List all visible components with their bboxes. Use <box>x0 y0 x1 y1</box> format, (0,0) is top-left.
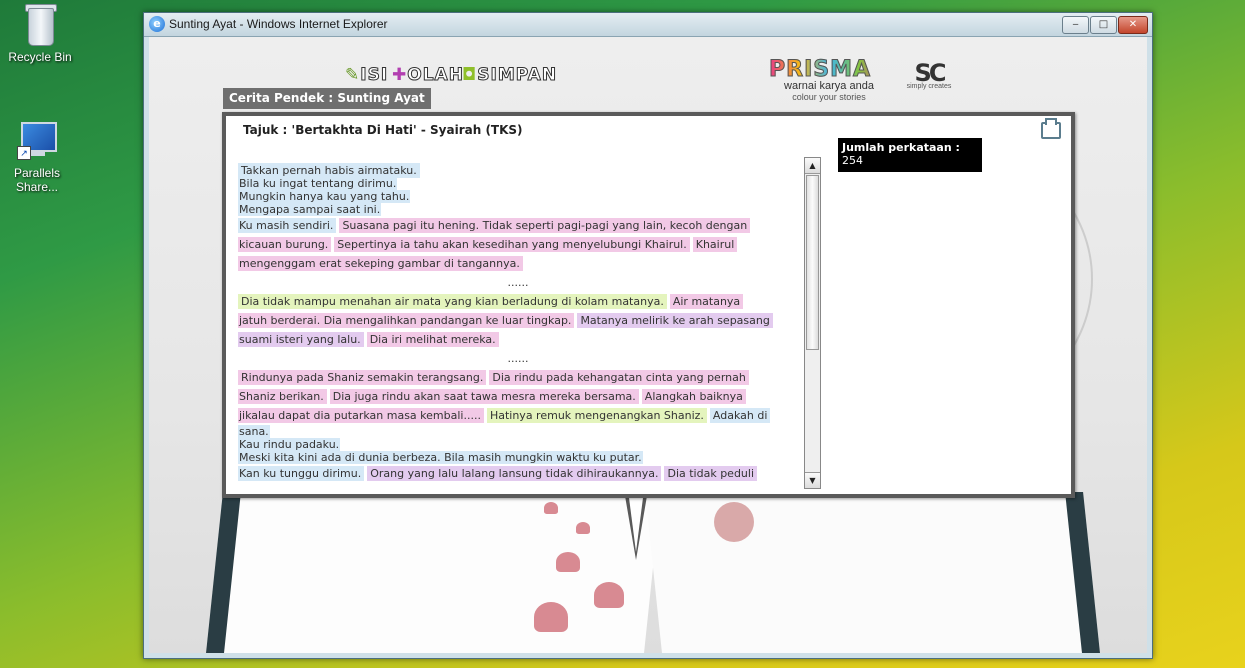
prisma-logo: PRISMA warnai karya anda colour your sto… <box>769 57 889 103</box>
sentence[interactable]: sana. <box>238 425 270 438</box>
simpan-menu[interactable]: ◘SIMPAN <box>462 65 557 86</box>
word-count-value: 254 <box>842 154 863 167</box>
sentence[interactable]: Takkan pernah habis airmataku. <box>238 163 420 178</box>
pencil-icon: ✎ <box>345 65 361 85</box>
recycle-bin-label: Recycle Bin <box>8 50 72 64</box>
simply-creates-logo: SC simply creates <box>899 59 959 90</box>
section-tab: Cerita Pendek : Sunting Ayat <box>223 88 431 109</box>
word-count-label: Jumlah perkataan : <box>842 141 960 154</box>
sentence[interactable]: Dia tidak mampu menahan air mata yang ki… <box>238 294 667 309</box>
close-button[interactable]: ✕ <box>1118 16 1148 34</box>
scroll-up-icon[interactable]: ▲ <box>805 158 820 174</box>
parallels-share-label: Parallels Share... <box>13 166 61 194</box>
sentence[interactable]: Alangkah baiknya <box>641 389 746 404</box>
title-bar[interactable]: e Sunting Ayat - Windows Internet Explor… <box>144 13 1152 37</box>
separator: ...... <box>507 276 529 289</box>
scroll-down-icon[interactable]: ▼ <box>805 472 820 488</box>
sentence[interactable]: Matanya melirik ke arah sepasang <box>577 313 773 328</box>
word-count-box: Jumlah perkataan : 254 <box>838 138 982 172</box>
vertical-scrollbar[interactable]: ▲ ▼ <box>804 157 821 489</box>
ie-window: e Sunting Ayat - Windows Internet Explor… <box>143 12 1153 659</box>
olah-menu[interactable]: ✚OLAH <box>392 65 464 86</box>
maximize-button[interactable]: □ <box>1090 16 1117 34</box>
sentence[interactable]: Mungkin hanya kau yang tahu. <box>238 190 411 203</box>
sentence[interactable]: Hatinya remuk mengenangkan Shaniz. <box>486 408 707 423</box>
sentence[interactable]: mengenggam erat sekeping gambar di tanga… <box>238 256 523 271</box>
save-icon: ◘ <box>462 65 478 85</box>
sentence[interactable]: Air matanya <box>669 294 744 309</box>
isi-menu[interactable]: ✎ISI <box>345 65 388 86</box>
sentence[interactable]: kicauan burung. <box>238 237 332 252</box>
prisma-tagline: warnai karya anda <box>784 80 874 92</box>
sentence[interactable]: Kau rindu padaku. <box>238 438 341 451</box>
recycle-bin-icon <box>18 2 62 46</box>
sentence[interactable]: Dia juga rindu akan saat tawa mesra mere… <box>329 389 639 404</box>
sentence[interactable]: Ku masih sendiri. <box>238 218 337 233</box>
sentence[interactable]: Adakah di <box>709 408 771 423</box>
sentence[interactable]: suami isteri yang lalu. <box>238 332 364 347</box>
simply-creates-text: simply creates <box>906 83 952 90</box>
parallels-share[interactable]: ↗ Parallels Share... <box>0 118 77 194</box>
minimize-button[interactable]: ‒ <box>1062 16 1089 34</box>
scroll-thumb[interactable] <box>806 175 819 350</box>
sentence[interactable]: jikalau dapat dia putarkan masa kembali.… <box>238 408 484 423</box>
print-icon[interactable] <box>1041 118 1061 139</box>
internet-explorer-icon: e <box>149 16 165 32</box>
separator: ...... <box>507 352 529 365</box>
sentence[interactable]: Meski kita kini ada di dunia berbeza. Bi… <box>238 451 643 464</box>
sentence[interactable]: Rindunya pada Shaniz semakin terangsang. <box>238 370 487 385</box>
page-content: ✎ISI ✚OLAH ◘SIMPAN PRISMA warnai karya a… <box>149 37 1147 653</box>
butterfly-icon <box>534 602 568 632</box>
butterfly-icon <box>544 502 558 514</box>
butterfly-icon <box>576 522 590 534</box>
sentence[interactable]: Shaniz berikan. <box>238 389 327 404</box>
sentence[interactable]: Dia rindu pada kehangatan cinta yang per… <box>489 370 749 385</box>
recycle-bin[interactable]: Recycle Bin <box>0 2 80 64</box>
puzzle-icon: ✚ <box>392 65 408 85</box>
story-text-area[interactable]: Takkan pernah habis airmataku. Bila ku i… <box>238 154 798 486</box>
parallels-share-icon: ↗ <box>15 118 59 162</box>
speech-tail-inner <box>628 490 644 552</box>
sentence[interactable]: Dia tidak peduli <box>664 466 758 481</box>
prisma-logo-text: PRISMA <box>769 57 889 83</box>
sentence[interactable]: Kan ku tunggu dirimu. <box>238 466 365 481</box>
window-title: Sunting Ayat - Windows Internet Explorer <box>169 17 388 31</box>
prisma-tagline-english: colour your stories <box>792 92 866 102</box>
sentence[interactable]: Suasana pagi itu hening. Tidak seperti p… <box>339 218 751 233</box>
sentence[interactable]: Orang yang lalu lalang lansung tidak dih… <box>367 466 662 481</box>
sentence[interactable]: Dia iri melihat mereka. <box>366 332 499 347</box>
story-heading: Tajuk : 'Bertakhta Di Hati' - Syairah (T… <box>243 123 523 137</box>
sentence[interactable]: Khairul <box>692 237 738 252</box>
butterfly-icon <box>594 582 624 608</box>
decorative-circle <box>714 502 754 542</box>
butterfly-icon <box>556 552 580 572</box>
sentence[interactable]: jatuh berderai. Dia mengalihkan pandanga… <box>238 313 575 328</box>
sentence[interactable]: Bila ku ingat tentang dirimu. <box>238 177 398 190</box>
sentence[interactable]: Sepertinya ia tahu akan kesedihan yang m… <box>334 237 690 252</box>
book-illustration <box>205 492 1101 653</box>
sentence[interactable]: Mengapa sampai saat ini. <box>238 203 382 216</box>
